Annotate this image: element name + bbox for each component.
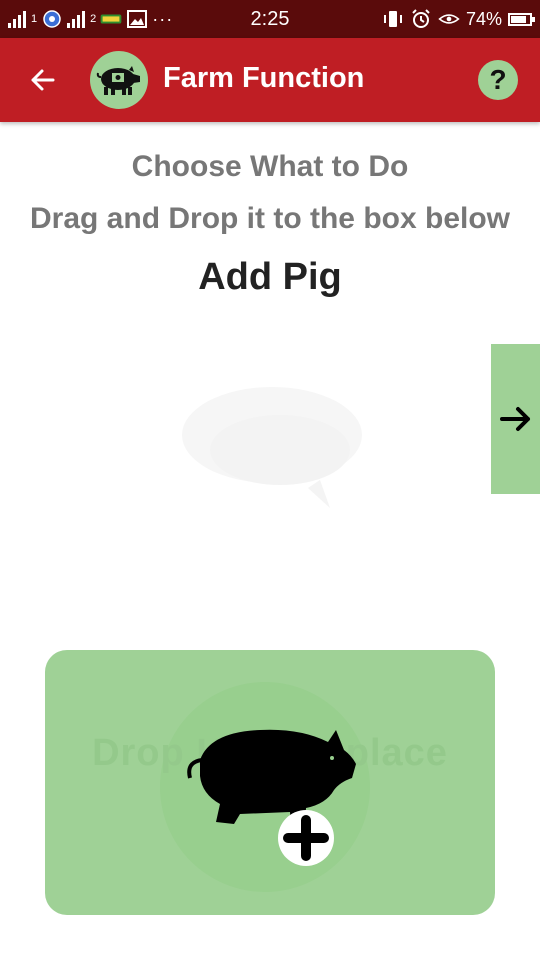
app-logo: [90, 51, 148, 109]
next-button[interactable]: [491, 344, 540, 494]
instruction-title: Choose What to Do: [131, 150, 409, 183]
battery-percent: 74%: [465, 8, 502, 29]
back-button[interactable]: [22, 60, 62, 100]
question-mark-icon: ?: [489, 64, 507, 95]
pig-logo-icon: [96, 66, 140, 95]
draggable-item-ghost[interactable]: [180, 380, 370, 520]
arrow-left-icon: [31, 69, 55, 91]
status-icons-right: 74%: [382, 6, 535, 32]
eye-comfort-icon: [438, 9, 460, 29]
status-bar: 1 2 ··· 2:25 74%: [0, 0, 540, 38]
help-button[interactable]: ?: [478, 60, 518, 100]
current-action-label: Add Pig: [198, 256, 342, 298]
pig-add-icon: [187, 729, 356, 866]
instruction-subtitle: Drag and Drop it to the box below: [30, 202, 510, 235]
vibrate-icon: [382, 9, 404, 29]
arrow-right-icon: [499, 407, 530, 431]
app-bar: Farm Function ?: [0, 38, 540, 122]
drop-target-box[interactable]: Drop Here to place: [45, 650, 495, 915]
app-title: Farm Function: [163, 62, 365, 94]
battery-icon: [508, 12, 535, 26]
alarm-icon: [410, 9, 432, 29]
